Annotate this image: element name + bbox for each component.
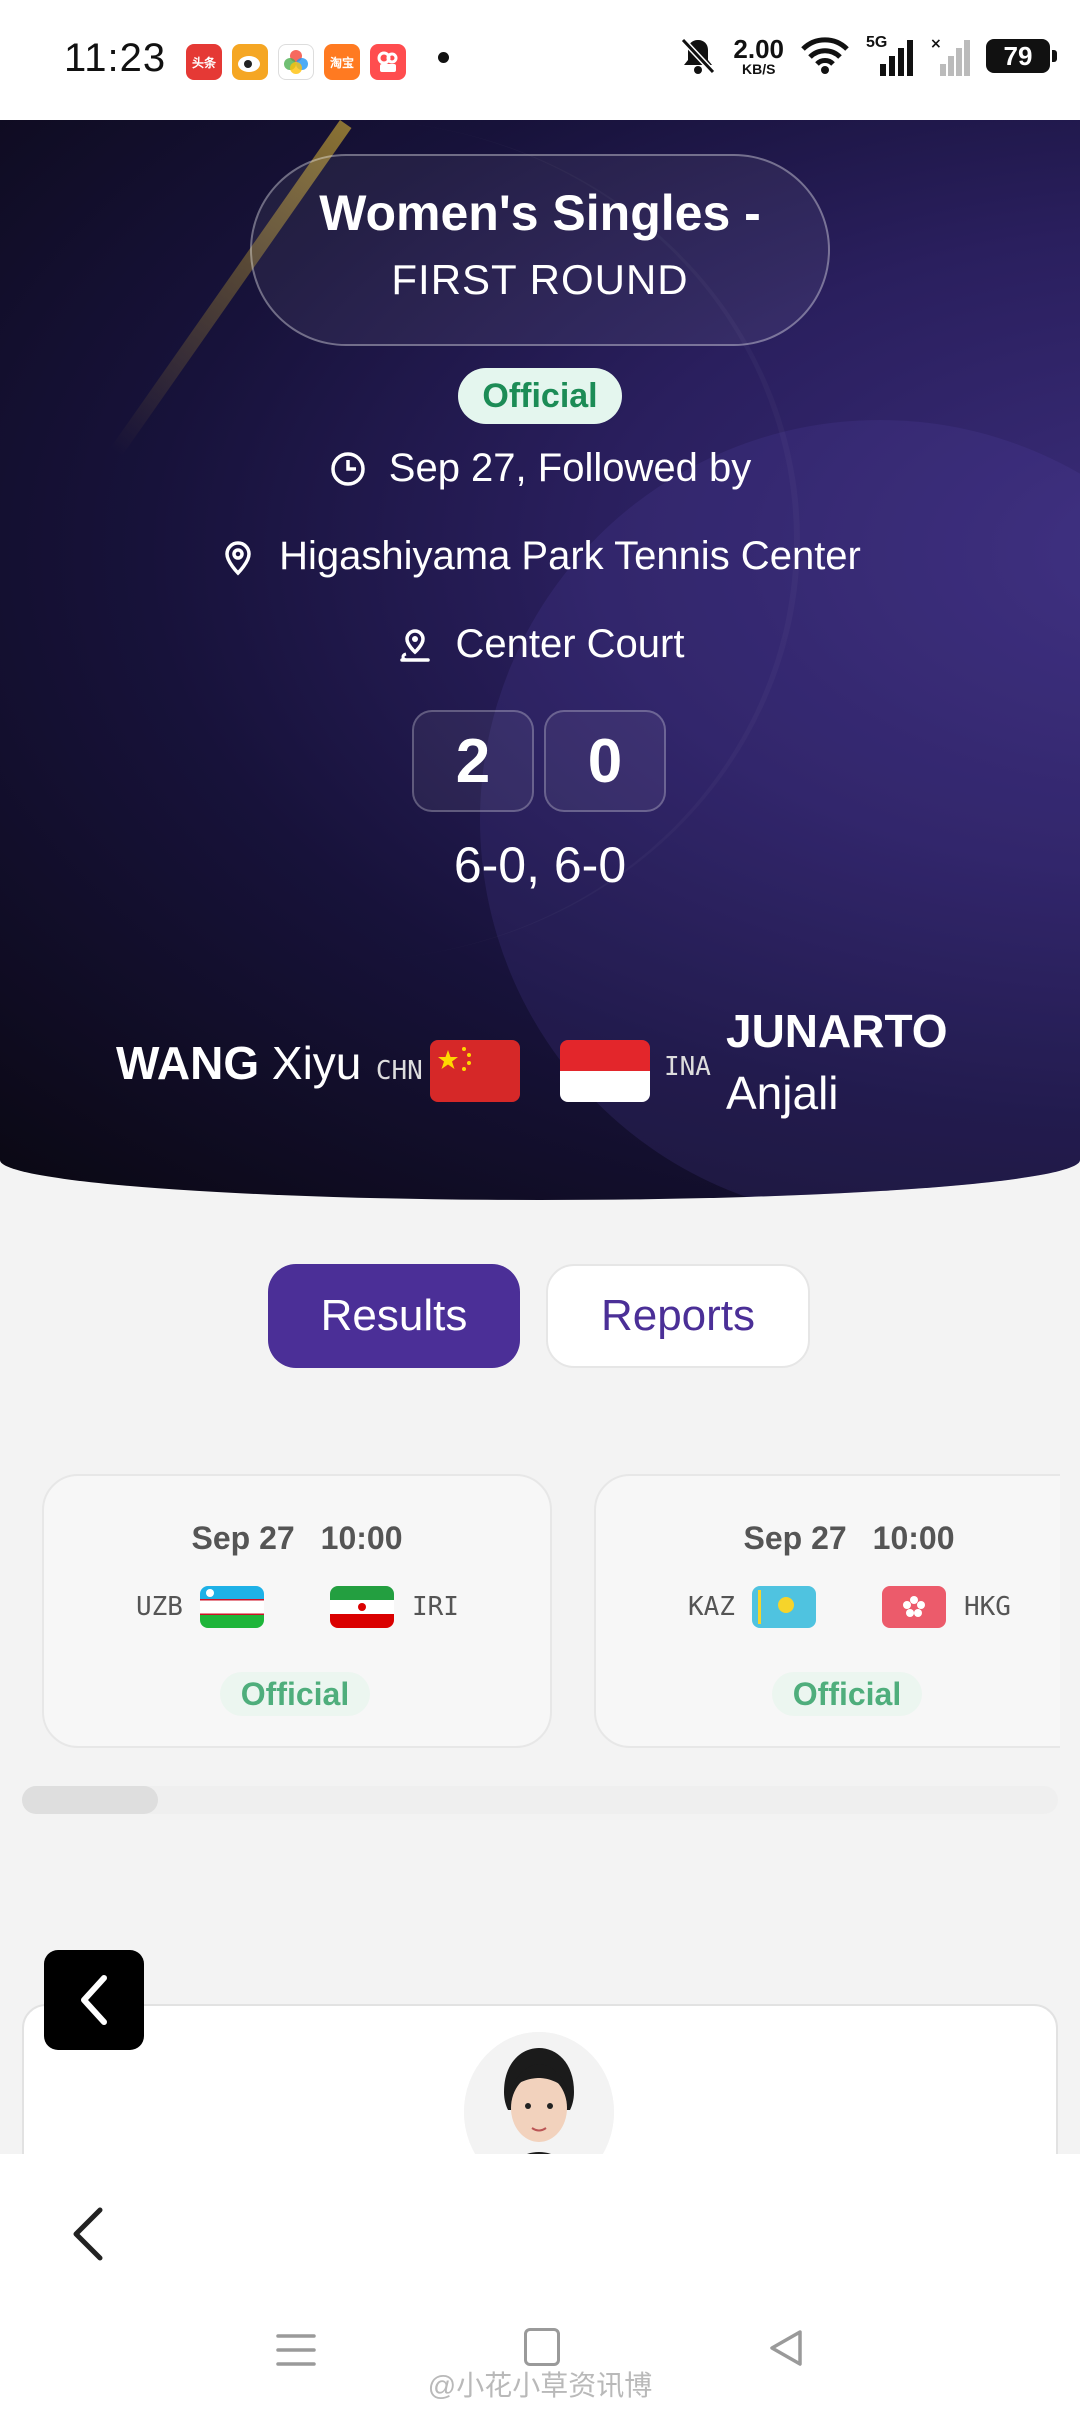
kazakhstan-flag-icon [752,1586,816,1628]
more-notifications-dot [438,52,449,63]
toutiao-icon: 头条 [186,44,222,80]
match-card-status: Official [220,1672,370,1716]
match-card-away-noc: IRI [412,1592,459,1622]
indonesia-flag-icon [560,1040,650,1102]
players-row: WANG Xiyu CHN INA JUNARTO Anjali [0,1000,1080,1130]
event-title-pill: Women's Singles - FIRST ROUND [250,154,830,346]
watermark: @小花小草资讯博 [427,2370,653,2401]
tab-reports[interactable]: Reports [546,1264,810,1368]
player-away[interactable]: JUNARTO Anjali [726,1000,948,1124]
chevron-left-icon [73,2207,103,2261]
battery-indicator: 79 [986,39,1057,73]
match-card[interactable]: Sep 27 10:00 UZB IRI Official [42,1474,552,1748]
svg-text:×: × [930,36,942,52]
taobao-icon: 淘宝 [324,44,360,80]
match-date-row: Sep 27, Followed by [0,446,1080,491]
iran-flag-icon [330,1586,394,1628]
player-away-last: JUNARTO [726,1005,948,1057]
round-label: FIRST ROUND [391,256,689,303]
event-title: Women's Singles - [319,185,761,241]
player-home-name: WANG Xiyu [116,1037,362,1089]
related-matches-carousel[interactable]: Sep 27 10:00 UZB IRI Official Sep 27 10:00… [42,1474,1060,1750]
venue-text: Higashiyama Park Tennis Center [279,534,861,578]
kuaishou-icon [370,44,406,80]
signal-5g-icon: 5G [866,34,914,76]
status-indicators: 2.00 KB/S 5G × 79 [679,34,1057,77]
mute-icon [681,37,716,75]
match-card-home-noc: UZB [136,1592,183,1622]
match-card-datetime: Sep 27 10:00 [191,1520,403,1556]
bottom-toolbar: @小花小草资讯博 [0,2154,1080,2414]
player-away-first: Anjali [726,1067,839,1119]
carousel-scrollbar-thumb[interactable] [22,1786,158,1814]
match-hero: Women's Singles - FIRST ROUND Official S… [0,120,1080,1200]
court-row: Center Court [0,622,1080,667]
clock-icon [331,451,365,486]
match-card-status: Official [772,1672,922,1716]
floating-back-button[interactable] [44,1950,144,2050]
notification-app-icons: 头条 淘宝 [186,44,406,80]
chevron-left-icon [81,1975,107,2025]
wifi-icon [801,37,849,74]
signal-no-sim-icon: × [930,36,970,76]
weibo-icon [232,44,268,80]
tab-results[interactable]: Results [268,1264,520,1368]
hong-kong-flag-icon [882,1586,946,1628]
match-card-home-noc: KAZ [688,1592,735,1622]
court-text: Center Court [455,622,685,666]
uzbekistan-flag-icon [200,1586,264,1628]
player-away-noc: INA [664,1052,711,1082]
match-card-datetime: Sep 27 10:00 [743,1520,955,1556]
carousel-scrollbar[interactable] [22,1786,1058,1814]
score-home: 2 [412,710,534,812]
score-away: 0 [544,710,666,812]
status-badge: Official [458,368,622,424]
status-bar: 11:23 头条 淘宝 2.00 KB/S 5G × 79 [0,0,1080,120]
player-home[interactable]: WANG Xiyu CHN [116,1036,423,1090]
court-location-icon [399,628,430,662]
match-card-away-noc: HKG [964,1592,1011,1622]
match-date-text: Sep 27, Followed by [388,446,752,490]
status-time: 11:23 [64,36,167,80]
browser-back-button[interactable] [60,2194,120,2274]
home-icon[interactable] [524,2328,560,2366]
match-score: 2 0 [412,710,666,812]
set-scores: 6-0, 6-0 [453,837,627,893]
player-home-noc: CHN [375,1056,423,1086]
system-back-icon[interactable] [766,2328,806,2368]
china-flag-icon [430,1040,520,1102]
photos-icon [278,44,314,80]
location-pin-icon [225,540,251,575]
match-card[interactable]: Sep 27 10:00 KAZ HKG Official [594,1474,1060,1748]
venue-row: Higashiyama Park Tennis Center [0,534,1080,579]
net-speed: 2.00 KB/S [733,34,784,77]
